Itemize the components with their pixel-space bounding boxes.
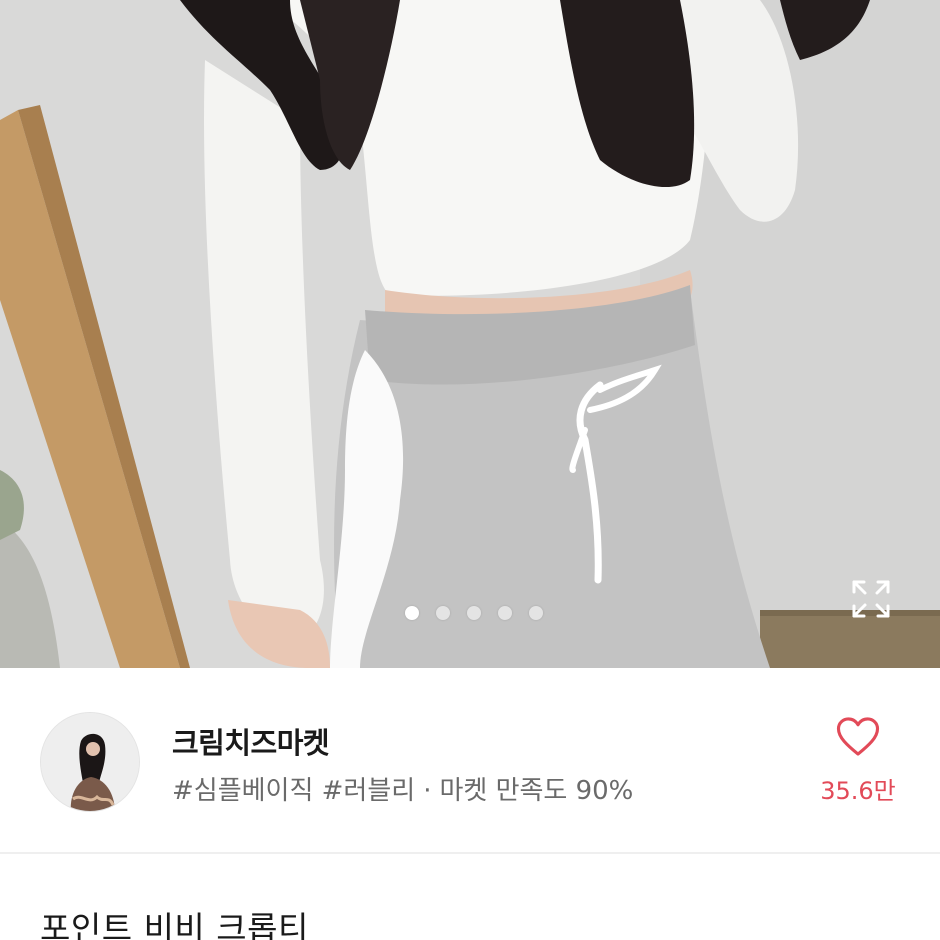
carousel-dot[interactable] xyxy=(436,606,450,620)
seller-name[interactable]: 크림치즈마켓 xyxy=(172,720,330,762)
avatar-image xyxy=(41,713,139,811)
product-photo xyxy=(0,0,940,668)
carousel-dot[interactable] xyxy=(529,606,543,620)
carousel-dot-active[interactable] xyxy=(405,606,419,620)
seller-satisfaction: 마켓 만족도 90% xyxy=(439,776,634,806)
seller-tags: #심플베이직 #러블리 xyxy=(172,776,416,806)
meta-separator: · xyxy=(423,776,432,806)
seller-info-row[interactable]: 크림치즈마켓 #심플베이직 #러블리 · 마켓 만족도 90% 35.6만 xyxy=(0,668,940,854)
heart-outline-icon xyxy=(836,717,880,756)
carousel-dot[interactable] xyxy=(498,606,512,620)
seller-meta: #심플베이직 #러블리 · 마켓 만족도 90% xyxy=(172,770,633,807)
expand-image-button[interactable] xyxy=(849,577,893,621)
like-count: 35.6만 xyxy=(820,777,896,805)
carousel-dot[interactable] xyxy=(467,606,481,620)
seller-avatar[interactable] xyxy=(40,712,140,812)
carousel-page-indicator xyxy=(4,602,940,624)
like-button[interactable]: 35.6만 xyxy=(808,716,908,806)
product-title: 포인트 비비 크롭티 xyxy=(40,909,309,940)
expand-icon xyxy=(852,580,890,618)
product-image-carousel[interactable] xyxy=(0,0,940,668)
